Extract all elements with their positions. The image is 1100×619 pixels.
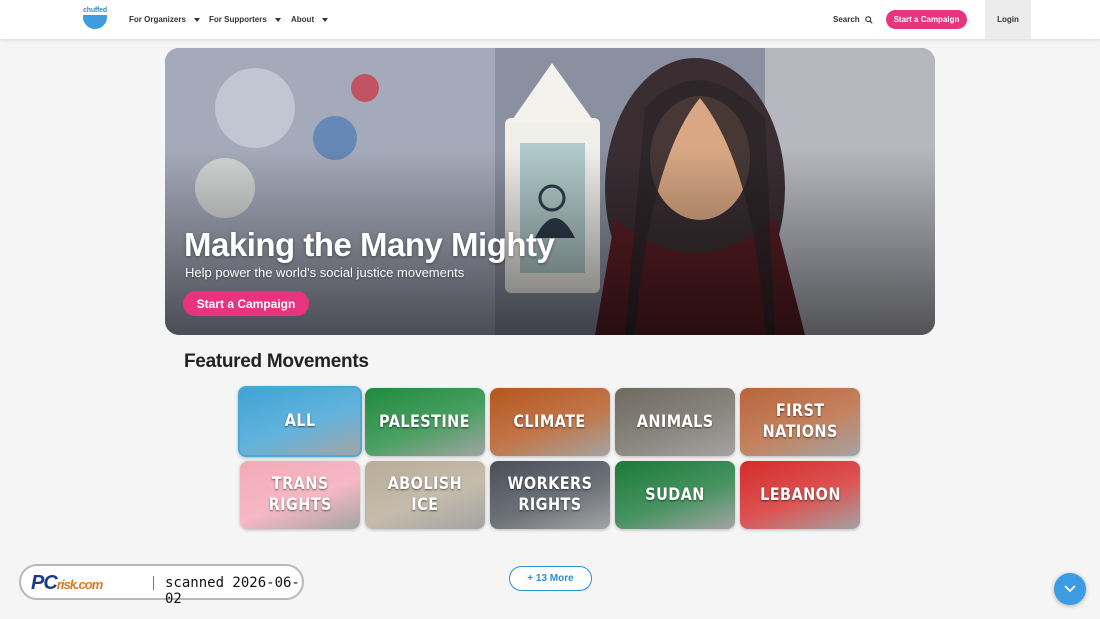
movement-tile-animals[interactable]: ANIMALS (615, 388, 735, 456)
chat-widget-button[interactable] (1054, 573, 1086, 605)
logo-cup-icon (83, 15, 107, 29)
caret-down-icon (274, 17, 281, 22)
site-header: chuffed For Organizers For Supporters Ab… (0, 0, 1100, 39)
nav-about[interactable]: About (291, 0, 329, 39)
pcrisk-logo: PCrisk.com (31, 572, 103, 595)
tile-label: SUDAN (645, 484, 705, 505)
movement-tile-all[interactable]: ALL (238, 386, 362, 457)
hero-title: Making the Many Mighty (184, 226, 555, 263)
movement-tile-palestine[interactable]: PALESTINE (365, 388, 485, 456)
caret-down-icon (193, 17, 200, 22)
hero-start-campaign-button[interactable]: Start a Campaign (183, 291, 309, 316)
pcrisk-logo-pc: PC (31, 572, 58, 594)
hero-subtitle: Help power the world's social justice mo… (185, 265, 465, 280)
pcrisk-watermark: PCrisk.com scanned 2026-06-02 (19, 564, 304, 607)
watermark-divider (153, 576, 154, 590)
movement-tile-first-nations[interactable]: FIRST NATIONS (740, 388, 860, 456)
tile-label: ALL (284, 411, 316, 431)
start-campaign-button[interactable]: Start a Campaign (886, 10, 967, 29)
tile-label: CLIMATE (513, 411, 587, 432)
tile-label: PALESTINE (379, 411, 471, 432)
movement-tile-lebanon[interactable]: LEBANON (740, 461, 860, 529)
movement-tile-sudan[interactable]: SUDAN (615, 461, 735, 529)
logo-text: chuffed (83, 7, 107, 14)
caret-down-icon (322, 17, 329, 22)
search-label: Search (833, 15, 860, 24)
search-button[interactable]: Search (833, 0, 873, 39)
tile-label: ANIMALS (636, 411, 714, 432)
tile-label: ABOLISH ICE (387, 474, 463, 515)
tile-label: LEBANON (759, 484, 841, 505)
hero-banner: Making the Many Mighty Help power the wo… (165, 48, 935, 335)
nav-for-supporters[interactable]: For Supporters (209, 0, 281, 39)
more-movements-button[interactable]: + 13 More (509, 566, 592, 591)
login-button[interactable]: Login (985, 0, 1031, 39)
movement-tile-workers-rights[interactable]: WORKERS RIGHTS (490, 461, 610, 529)
tile-label: FIRST NATIONS (762, 401, 838, 442)
nav-label: For Supporters (209, 15, 267, 24)
chevron-down-icon (1064, 585, 1076, 593)
tile-label: WORKERS RIGHTS (507, 474, 593, 515)
movement-tile-climate[interactable]: CLIMATE (490, 388, 610, 456)
watermark-scan-date: scanned 2026-06-02 (165, 575, 300, 607)
chuffed-logo[interactable]: chuffed (82, 7, 108, 31)
movement-tile-abolish-ice[interactable]: ABOLISH ICE (365, 461, 485, 529)
movement-tile-trans-rights[interactable]: TRANS RIGHTS (240, 461, 360, 529)
tile-label: TRANS RIGHTS (268, 474, 332, 515)
nav-label: For Organizers (129, 15, 186, 24)
search-icon (864, 15, 873, 24)
nav-label: About (291, 15, 315, 24)
featured-movements-heading: Featured Movements (184, 351, 369, 372)
pcrisk-logo-rest: risk.com (56, 577, 103, 592)
nav-for-organizers[interactable]: For Organizers (129, 0, 200, 39)
